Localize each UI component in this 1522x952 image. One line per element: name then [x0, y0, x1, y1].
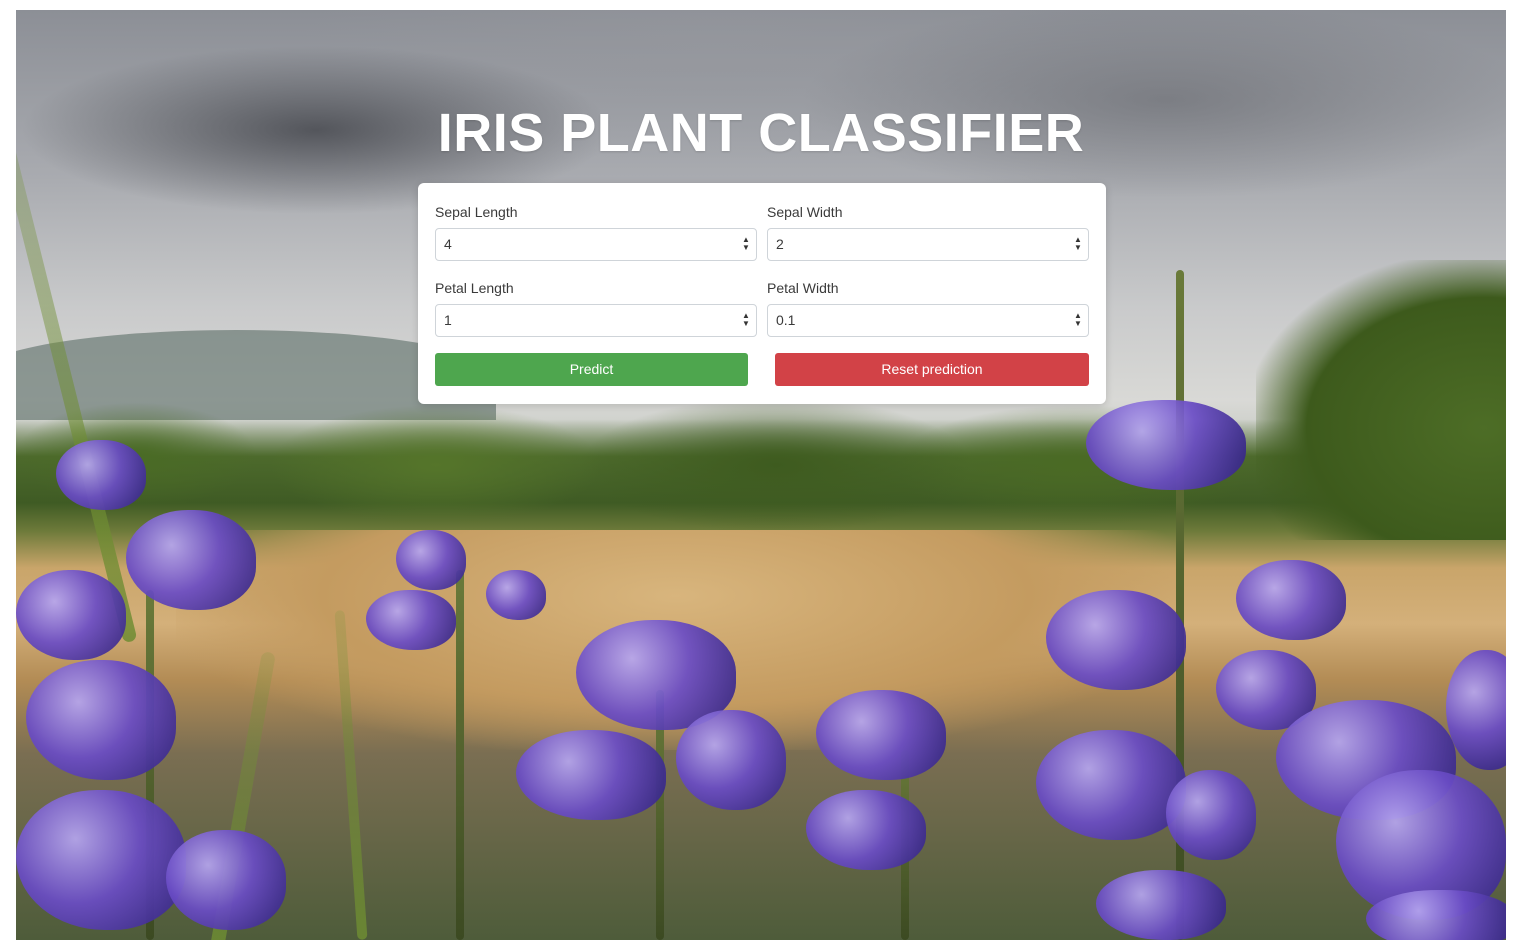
petal-width-value: 0.1 [776, 312, 796, 328]
classifier-form-card: Sepal Length 4 ▲ ▼ Sepal Width 2 ▲ ▼ Petal… [418, 183, 1106, 404]
lupine-flower [56, 440, 146, 510]
petal-width-select[interactable]: 0.1 ▲ ▼ [767, 304, 1089, 337]
lupine-flower [366, 590, 456, 650]
app-frame: IRIS PLANT CLASSIFIER Sepal Length 4 ▲ ▼ … [16, 10, 1506, 940]
background-treeline [16, 395, 1506, 545]
select-arrows-icon: ▲ ▼ [742, 311, 750, 328]
page-title: IRIS PLANT CLASSIFIER [437, 103, 1085, 163]
lupine-flower [16, 570, 126, 660]
lupine-flower [806, 790, 926, 870]
sepal-width-label: Sepal Width [767, 204, 843, 220]
petal-length-group: Petal Length 1 ▲ ▼ [435, 280, 757, 337]
sepal-width-value: 2 [776, 236, 784, 252]
sepal-width-select[interactable]: 2 ▲ ▼ [767, 228, 1089, 261]
petal-length-label: Petal Length [435, 280, 514, 296]
select-arrows-icon: ▲ ▼ [1074, 235, 1082, 252]
lupine-flower [1236, 560, 1346, 640]
lupine-flower [166, 830, 286, 930]
petal-length-value: 1 [444, 312, 452, 328]
lupine-flower [126, 510, 256, 610]
lupine-flower [396, 530, 466, 590]
select-arrows-icon: ▲ ▼ [1074, 311, 1082, 328]
sepal-length-label: Sepal Length [435, 204, 518, 220]
lupine-flower [816, 690, 946, 780]
petal-width-group: Petal Width 0.1 ▲ ▼ [767, 280, 1089, 337]
predict-button[interactable]: Predict [435, 353, 748, 386]
flower-stem [456, 570, 464, 940]
sepal-length-value: 4 [444, 236, 452, 252]
petal-length-select[interactable]: 1 ▲ ▼ [435, 304, 757, 337]
lupine-flower [1096, 870, 1226, 940]
lupine-flower [1166, 770, 1256, 860]
lupine-flower [676, 710, 786, 810]
select-arrows-icon: ▲ ▼ [742, 235, 750, 252]
sepal-width-group: Sepal Width 2 ▲ ▼ [767, 204, 1089, 261]
petal-width-label: Petal Width [767, 280, 839, 296]
lupine-flower [486, 570, 546, 620]
sepal-length-select[interactable]: 4 ▲ ▼ [435, 228, 757, 261]
lupine-flower [1366, 890, 1506, 940]
lupine-flower [1046, 590, 1186, 690]
sepal-length-group: Sepal Length 4 ▲ ▼ [435, 204, 757, 261]
reset-prediction-button[interactable]: Reset prediction [775, 353, 1089, 386]
